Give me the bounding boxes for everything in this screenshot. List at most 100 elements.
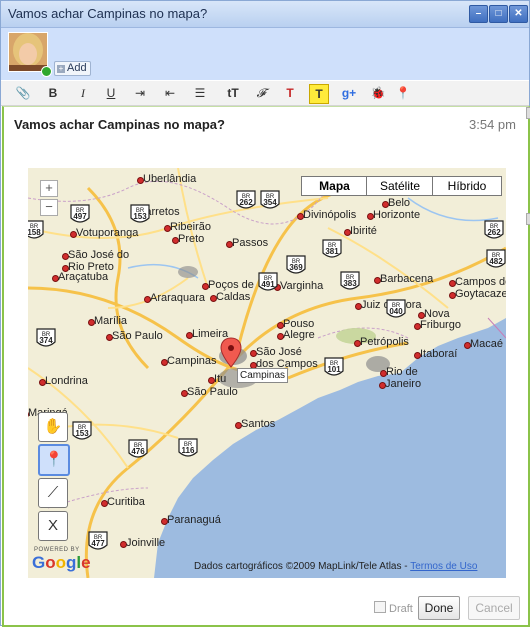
route-shield: BR 262 [484, 220, 504, 242]
zoom-out-button[interactable]: − [40, 199, 58, 216]
city-label: Votuporanga [76, 227, 139, 239]
text-color-button[interactable]: T [281, 84, 299, 102]
route-number: 477 [91, 539, 105, 548]
bullet-list-button[interactable]: ☰ [191, 84, 209, 102]
route-shield: BR 153 [130, 204, 150, 226]
route-shield: BR 491 [258, 272, 278, 294]
done-button[interactable]: Done [418, 596, 460, 620]
city-label: Horizonte [373, 209, 421, 221]
route-number: 262 [487, 228, 501, 237]
map-type-hibrido[interactable]: Híbrido [432, 176, 502, 196]
campinas-marker-icon[interactable] [220, 337, 242, 369]
route-number: 262 [239, 198, 253, 207]
city-label: Londrina [45, 375, 88, 387]
city-label: Divinópolis [303, 209, 357, 221]
city-label: Paranaguá [167, 514, 221, 526]
bold-button[interactable]: B [45, 84, 61, 102]
font-button[interactable]: 𝓕 [253, 84, 269, 102]
close-button[interactable]: ✕ [509, 5, 528, 23]
draw-line-tool[interactable]: ⟋ [38, 478, 68, 508]
bug-icon[interactable]: 🐞 [369, 84, 387, 102]
place-marker-tool[interactable]: 📍 [38, 444, 70, 476]
highlight-button[interactable]: T [309, 84, 329, 104]
google-plus-button[interactable]: g+ [339, 84, 359, 102]
title-bar[interactable]: Vamos achar Campinas no mapa? – □ ✕ [1, 1, 529, 28]
outdent-button[interactable]: ⇤ [161, 84, 179, 102]
font-size-button[interactable]: tT [223, 84, 243, 102]
map-copyright: Dados cartográficos ©2009 MapLink/Tele A… [194, 561, 477, 572]
route-number: 101 [327, 365, 341, 374]
route-shield: BR 369 [286, 255, 306, 277]
route-shield: BR 040 [386, 299, 406, 321]
city-label: Marília [94, 315, 128, 327]
route-shield: BR 262 [236, 190, 256, 212]
map-pin-icon[interactable]: 📍 [395, 84, 411, 102]
route-number: 476 [131, 447, 145, 456]
city-label: Araçatuba [58, 271, 109, 283]
underline-button[interactable]: U [103, 84, 119, 102]
zoom-in-button[interactable]: + [40, 180, 58, 197]
attach-icon[interactable]: 📎 [15, 84, 31, 102]
window-title: Vamos achar Campinas no mapa? [8, 6, 208, 21]
marker-label: Campinas [237, 368, 289, 383]
google-logo: Google [32, 553, 91, 572]
scroll-handle-top[interactable] [526, 107, 530, 119]
route-number: 116 [181, 446, 195, 455]
route-shield: BR 482 [486, 249, 506, 271]
message-time: 3:54 pm [469, 117, 516, 132]
minimize-button[interactable]: – [469, 5, 488, 23]
city-label: São José [256, 346, 302, 358]
chat-window: Vamos achar Campinas no mapa? – □ ✕ + Add… [0, 0, 530, 627]
city-label: Belo [388, 197, 411, 209]
city-label: Passos [232, 237, 269, 249]
city-label: Poços de [208, 279, 254, 291]
route-number: 354 [263, 198, 277, 207]
indent-button[interactable]: ⇥ [131, 84, 149, 102]
map-type-mapa[interactable]: Mapa [301, 176, 368, 196]
map-type-satelite[interactable]: Satélite [366, 176, 434, 196]
message-subject: Vamos achar Campinas no mapa? [14, 117, 225, 132]
route-number: 369 [289, 263, 303, 272]
avatar[interactable] [8, 32, 48, 72]
draft-checkbox[interactable]: Draft [374, 601, 413, 615]
route-shield: BR 381 [322, 239, 342, 261]
route-shield: BR 153 [72, 421, 92, 443]
city-label: Petrópolis [360, 336, 409, 348]
clear-tool[interactable]: X [38, 511, 68, 541]
draft-checkbox-box[interactable] [374, 601, 386, 613]
route-shield: BR 476 [128, 439, 148, 461]
route-shield: BR 374 [36, 328, 56, 350]
route-shield: BR 383 [340, 271, 360, 293]
add-participant-button[interactable]: + Add [54, 61, 91, 76]
map-view[interactable]: Uberlândia Barretos Votuporanga Ribeirão Pre… [28, 168, 506, 578]
city-label: Araraquara [150, 292, 206, 304]
route-number: 383 [343, 279, 357, 288]
city-label: Joinville [126, 537, 166, 549]
route-number: 040 [389, 307, 403, 316]
maximize-button[interactable]: □ [489, 5, 508, 23]
route-number: 482 [489, 257, 503, 266]
cancel-button[interactable]: Cancel [468, 596, 520, 620]
pan-hand-tool[interactable]: ✋ [38, 412, 68, 442]
terms-link[interactable]: Termos de Uso [410, 561, 477, 572]
city-label: Itu [214, 373, 227, 385]
city-label: Alegre [283, 329, 315, 341]
route-shield: BR 158 [28, 220, 44, 242]
city-label: Goytacazes [455, 288, 506, 300]
route-shield: BR 354 [260, 190, 280, 212]
scroll-handle-bottom[interactable] [526, 213, 530, 225]
city-label: Ribeirão [170, 221, 211, 233]
city-label: Curitiba [107, 496, 145, 508]
route-number: 153 [133, 212, 147, 221]
route-number: 497 [73, 212, 87, 221]
italic-button[interactable]: I [75, 84, 91, 102]
message-area: Vamos achar Campinas no mapa? 3:54 pm Ub… [2, 106, 530, 627]
city-label: Varginha [280, 280, 324, 292]
format-toolbar: 📎 B I U ⇥ ⇤ ☰ tT 𝓕 T T g+ 🐞 📍 [1, 81, 529, 106]
route-number: 491 [261, 280, 275, 289]
city-label: Ibirité [350, 225, 377, 237]
route-number: 158 [28, 228, 41, 237]
city-label: Janeiro [385, 378, 422, 390]
city-label: Campos dos [455, 276, 506, 288]
route-number: 153 [75, 429, 89, 438]
